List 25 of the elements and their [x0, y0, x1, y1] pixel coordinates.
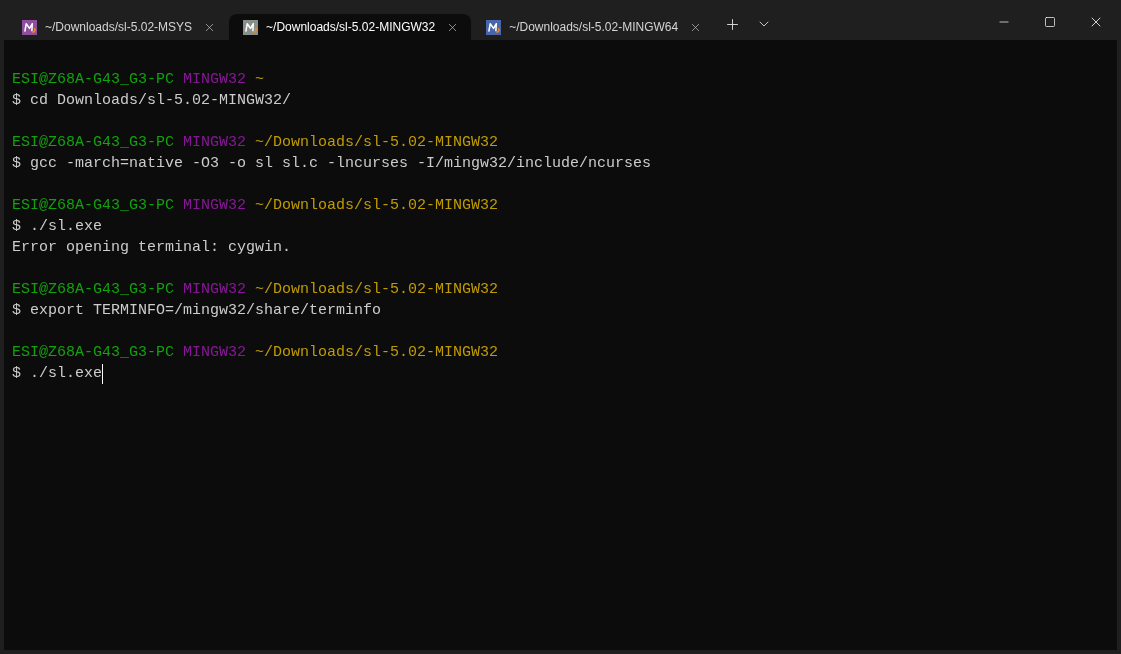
- prompt-user-host: ESI@Z68A-G43_G3-PC: [12, 134, 175, 151]
- prompt-path: ~/Downloads/sl-5.02-MINGW32: [255, 344, 499, 361]
- prompt-system: MINGW32: [183, 197, 247, 214]
- command-text: $ cd Downloads/sl-5.02-MINGW32/: [12, 91, 292, 111]
- prompt-system: MINGW32: [183, 281, 247, 298]
- command-text: $ gcc -march=native -O3 -o sl sl.c -lncurses -I/mingw32/include/ncurses: [12, 154, 652, 174]
- prompt-user-host: ESI@Z68A-G43_G3-PC: [12, 344, 175, 361]
- tab[interactable]: ~/Downloads/sl-5.02-MINGW64: [472, 14, 715, 40]
- prompt-path: ~/Downloads/sl-5.02-MINGW32: [255, 197, 499, 214]
- output-text: Error opening terminal: cygwin.: [12, 239, 292, 256]
- prompt-system: MINGW32: [183, 134, 247, 151]
- prompt-user-host: ESI@Z68A-G43_G3-PC: [12, 197, 175, 214]
- maximize-icon: [1044, 16, 1056, 28]
- prompt-system: MINGW32: [183, 344, 247, 361]
- tab[interactable]: ~/Downloads/sl-5.02-MSYS: [8, 14, 229, 40]
- command-text: $ ./sl.exe: [12, 364, 102, 384]
- prompt-user-host: ESI@Z68A-G43_G3-PC: [12, 281, 175, 298]
- command-text: $ ./sl.exe: [12, 217, 102, 237]
- command-text: $ export TERMINFO=/mingw32/share/terminfo: [12, 301, 382, 321]
- prompt-path: ~/Downloads/sl-5.02-MINGW32: [255, 134, 499, 151]
- prompt-user-host: ESI@Z68A-G43_G3-PC: [12, 71, 175, 88]
- tab[interactable]: ~/Downloads/sl-5.02-MINGW32: [229, 14, 472, 40]
- prompt-system: MINGW32: [183, 71, 247, 88]
- prompt-path: ~/Downloads/sl-5.02-MINGW32: [255, 281, 499, 298]
- prompt-path: ~: [255, 71, 265, 88]
